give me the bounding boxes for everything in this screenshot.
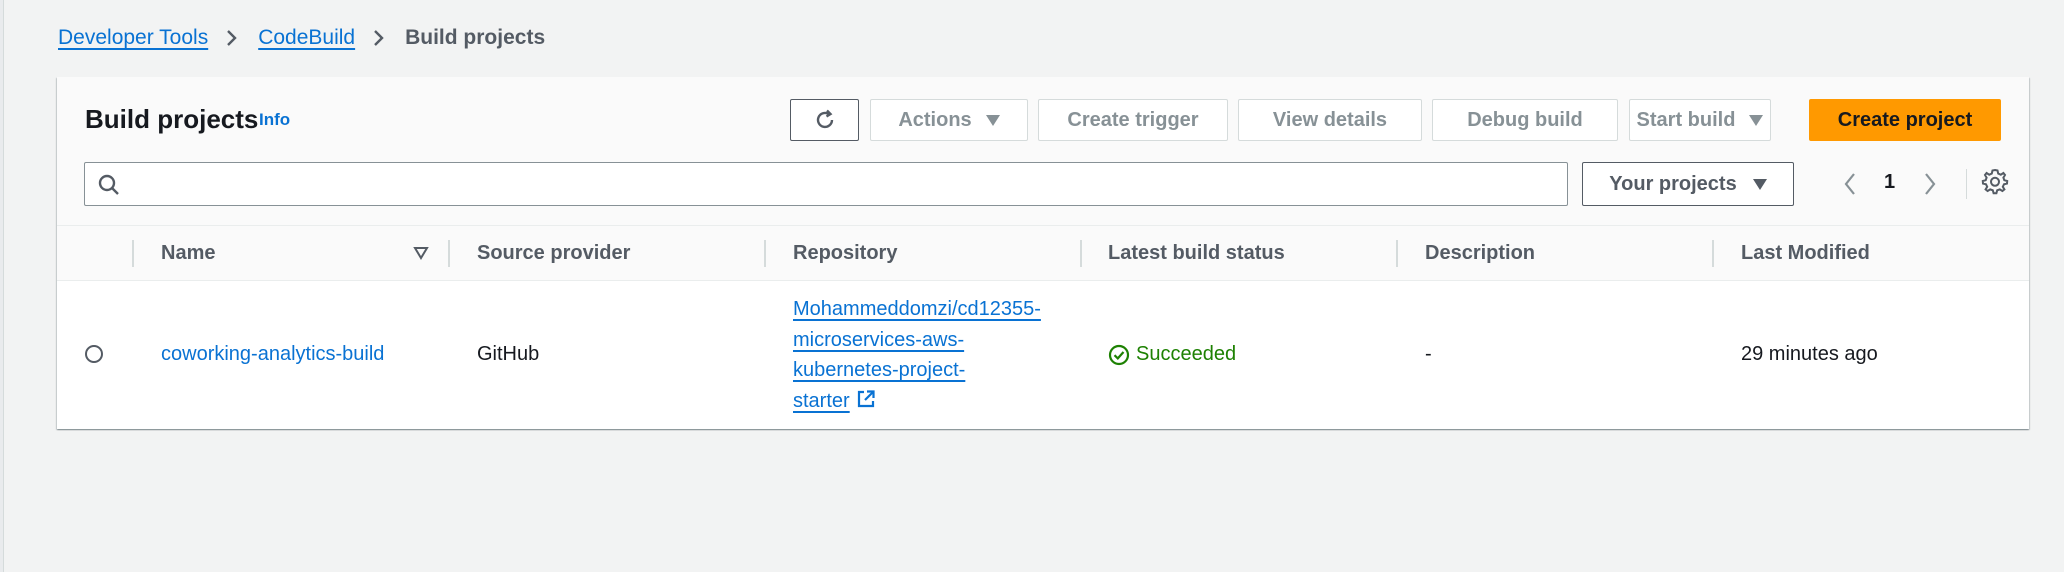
- repository-line: kubernetes-project-: [793, 359, 966, 381]
- sort-icon[interactable]: [413, 246, 429, 260]
- start-build-dropdown-button[interactable]: Start build: [1629, 99, 1771, 141]
- column-divider: [132, 240, 134, 267]
- column-header-source-provider: Source provider: [477, 242, 631, 264]
- refresh-button[interactable]: [790, 99, 859, 141]
- column-header-latest-build-status: Latest build status: [1108, 242, 1285, 264]
- column-header-name[interactable]: Name: [161, 226, 215, 281]
- refresh-icon: [816, 109, 833, 129]
- actions-dropdown-button[interactable]: Actions: [870, 99, 1028, 141]
- divider: [1966, 169, 1967, 199]
- column-header-description: Description: [1425, 242, 1536, 264]
- repository-line: microservices-aws-: [793, 328, 965, 351]
- table-header: Name Source provider Repository Latest b…: [57, 226, 2029, 281]
- breadcrumb: Developer Tools CodeBuild Build projects: [58, 26, 545, 50]
- breadcrumb-current: Build projects: [405, 26, 546, 49]
- search-field[interactable]: [84, 162, 1568, 206]
- chevron-right-icon: [373, 28, 387, 48]
- page-title: Build projects: [85, 104, 259, 134]
- column-divider[interactable]: [1396, 240, 1398, 267]
- projects-filter-label: Your projects: [1609, 172, 1737, 195]
- success-check-icon: [1108, 344, 1130, 365]
- project-name-link[interactable]: coworking-analytics-build: [161, 343, 384, 366]
- build-projects-panel: Build projects Info Actions Create trigg…: [57, 77, 2029, 429]
- chevron-right-icon[interactable]: [1922, 171, 1938, 197]
- column-divider[interactable]: [448, 240, 450, 267]
- actions-label: Actions: [898, 108, 972, 131]
- column-header-repository: Repository: [793, 242, 898, 264]
- external-link-icon: [857, 389, 875, 407]
- breadcrumb-developer-tools[interactable]: Developer Tools: [58, 26, 208, 50]
- breadcrumb-codebuild[interactable]: CodeBuild: [258, 26, 355, 50]
- create-trigger-button[interactable]: Create trigger: [1038, 99, 1228, 141]
- projects-filter-select[interactable]: Your projects: [1582, 162, 1794, 206]
- repository-line: starter: [793, 389, 850, 412]
- column-divider[interactable]: [1080, 240, 1082, 267]
- pagination-current-page[interactable]: 1: [1884, 171, 1895, 194]
- create-project-button[interactable]: Create project: [1809, 99, 2001, 141]
- caret-down-icon: [1749, 114, 1764, 126]
- caret-down-icon: [1752, 178, 1767, 190]
- column-divider[interactable]: [1712, 240, 1714, 267]
- caret-down-icon: [985, 114, 1000, 126]
- build-status-label: Succeeded: [1136, 343, 1237, 365]
- settings-gear-icon[interactable]: [1981, 167, 2009, 195]
- search-input[interactable]: [131, 169, 1551, 199]
- table-row[interactable]: coworking-analytics-build GitHub Mohamme…: [57, 282, 2029, 429]
- view-details-button[interactable]: View details: [1238, 99, 1422, 141]
- search-icon: [98, 174, 119, 195]
- build-status: Succeeded: [1108, 343, 1236, 366]
- repository-line: Mohammeddomzi/cd12355-: [793, 298, 1041, 320]
- start-build-label: Start build: [1636, 108, 1736, 131]
- row-select-radio[interactable]: [85, 345, 103, 363]
- description: -: [1425, 343, 1432, 365]
- panel-header: Build projects Info Actions Create trigg…: [57, 77, 2029, 226]
- source-provider: GitHub: [477, 343, 540, 365]
- chevron-left-icon[interactable]: [1842, 171, 1858, 197]
- info-link[interactable]: Info: [259, 110, 290, 130]
- last-modified: 29 minutes ago: [1741, 343, 1878, 365]
- chevron-right-icon: [226, 28, 240, 48]
- left-nav-edge: [0, 0, 4, 572]
- repository-link[interactable]: Mohammeddomzi/cd12355- microservices-aws…: [793, 294, 1053, 416]
- column-divider[interactable]: [764, 240, 766, 267]
- debug-build-button[interactable]: Debug build: [1432, 99, 1618, 141]
- column-header-last-modified: Last Modified: [1741, 242, 1870, 264]
